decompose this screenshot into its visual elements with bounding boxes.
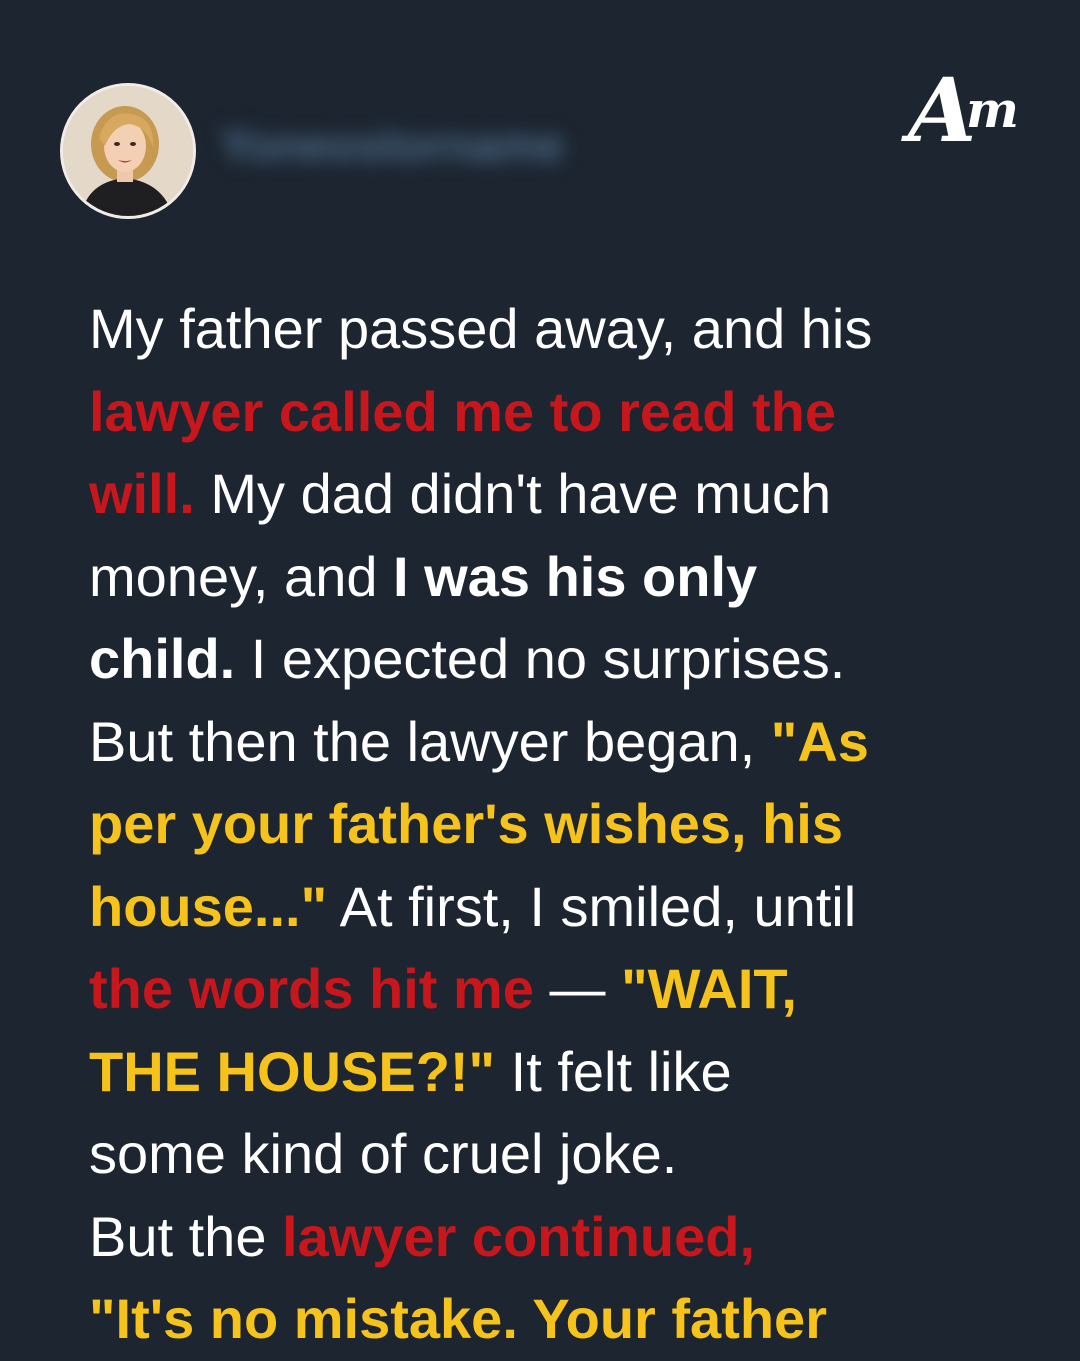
story-segment-yellow: "WAIT, [621,957,797,1020]
story-line: lawyer called me to read the [89,371,1049,454]
story-text: My father passed away, and his lawyer cal… [89,288,1049,1361]
story-line: But then the lawyer began, "As [89,701,1049,784]
story-segment-bold: I was his only [393,544,758,608]
story-segment-yellow: "It's no mistake. Your father [89,1287,827,1350]
am-logo: A m [908,62,1040,158]
woman-portrait-icon [63,86,193,216]
story-segment-plain: My father passed away, and his [89,297,873,360]
story-line: THE HOUSE?!" It felt like [89,1031,1049,1114]
story-segment-plain: My dad didn't have much [194,462,832,525]
story-line: house..." At first, I smiled, until [89,866,1049,949]
story-segment-yellow: per your father's wishes, his [89,792,844,855]
story-line: some kind of cruel joke. [89,1113,1049,1196]
story-segment-plain: But then the lawyer began, [89,709,771,773]
story-line: My father passed away, and his [89,288,1049,371]
story-segment-red: lawyer continued, [282,1204,756,1268]
story-segment-plain: some kind of cruel joke. [89,1122,678,1185]
story-segment-yellow: "As [770,709,869,773]
story-line: the words hit me — "WAIT, [89,948,1049,1031]
username: Yoneostorname [220,119,565,171]
logo-letter-m: m [966,80,1019,139]
story-line: But the lawyer continued, [89,1196,1049,1279]
story-segment-red: lawyer called me to read the [89,379,836,443]
story-line: per your father's wishes, his [89,783,1049,866]
story-segment-yellow: THE HOUSE?!" [89,1039,496,1103]
story-segment-plain: — [533,957,622,1020]
avatar [60,83,196,219]
story-segment-plain: money, and [89,544,394,608]
story-segment-yellow: house..." [89,874,328,938]
story-segment-plain: It felt like [495,1039,732,1103]
story-segment-bold: child. [89,627,236,690]
story-line: "It's no mistake. Your father [89,1278,1049,1361]
story-segment-red: the words hit me [89,957,534,1020]
story-segment-plain: I expected no surprises. [235,627,846,690]
story-line: money, and I was his only [89,536,1049,619]
story-segment-plain: At first, I smiled, until [327,874,857,938]
story-line: will. My dad didn't have much [89,453,1049,536]
story-segment-plain: But the [89,1204,283,1268]
story-segment-red: will. [89,462,195,525]
story-line: child. I expected no surprises. [89,618,1049,701]
